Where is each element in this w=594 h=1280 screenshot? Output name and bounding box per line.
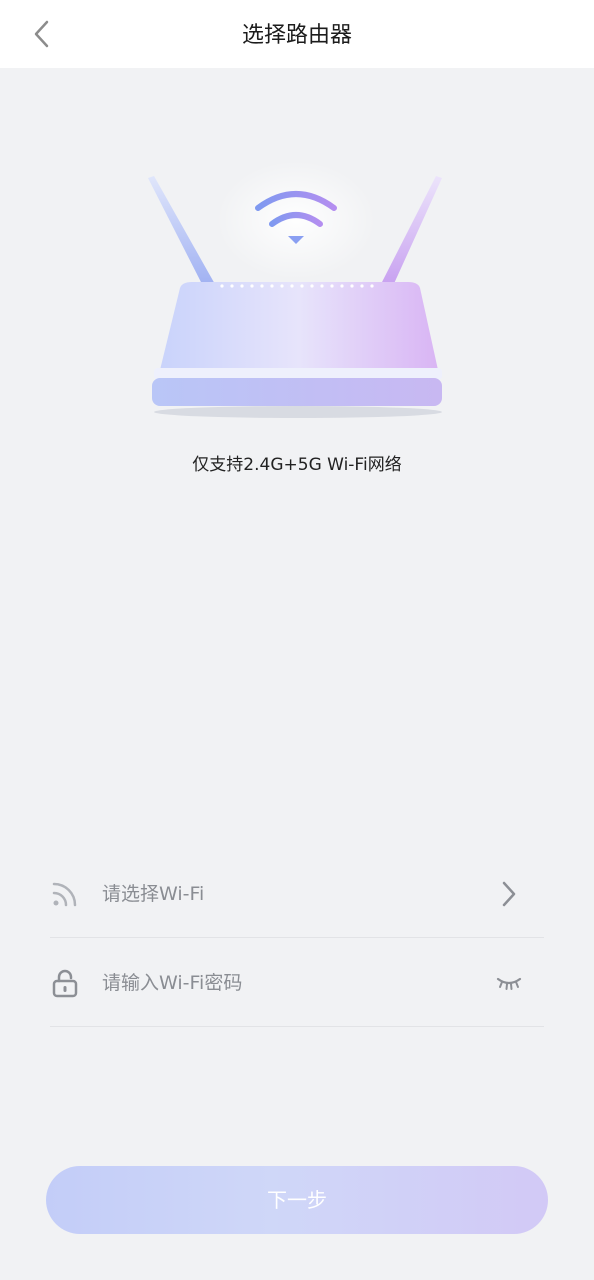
divider — [50, 1026, 544, 1027]
page-title: 选择路由器 — [241, 23, 352, 48]
router-illustration — [140, 160, 450, 430]
lock-icon — [52, 969, 78, 998]
header: 选择路由器 — [0, 0, 594, 68]
lock-icon-wrap — [50, 967, 80, 999]
wifi-signal-icon — [52, 882, 77, 907]
next-button[interactable]: 下一步 — [46, 1166, 548, 1234]
wifi-select-placeholder: 请选择Wi-Fi — [102, 883, 205, 905]
chevron-right-icon — [502, 881, 516, 907]
wifi-chevron-wrap — [492, 876, 526, 912]
router-icon — [148, 160, 442, 418]
page: 选择路由器 仅支持2.4G+5G Wi-Fi网络 请选择Wi-Fi 请输入Wi-… — [0, 0, 594, 1280]
password-input-row[interactable]: 请输入Wi-Fi密码 — [50, 939, 544, 1027]
eye-closed-icon — [496, 977, 522, 990]
password-visibility-toggle[interactable] — [492, 965, 526, 1001]
wifi-signal-icon-wrap — [50, 878, 80, 910]
password-field[interactable]: 请输入Wi-Fi密码 — [102, 939, 242, 1027]
wifi-select-row[interactable]: 请选择Wi-Fi — [50, 850, 544, 938]
divider — [50, 937, 544, 938]
support-note: 仅支持2.4G+5G Wi-Fi网络 — [192, 455, 402, 475]
